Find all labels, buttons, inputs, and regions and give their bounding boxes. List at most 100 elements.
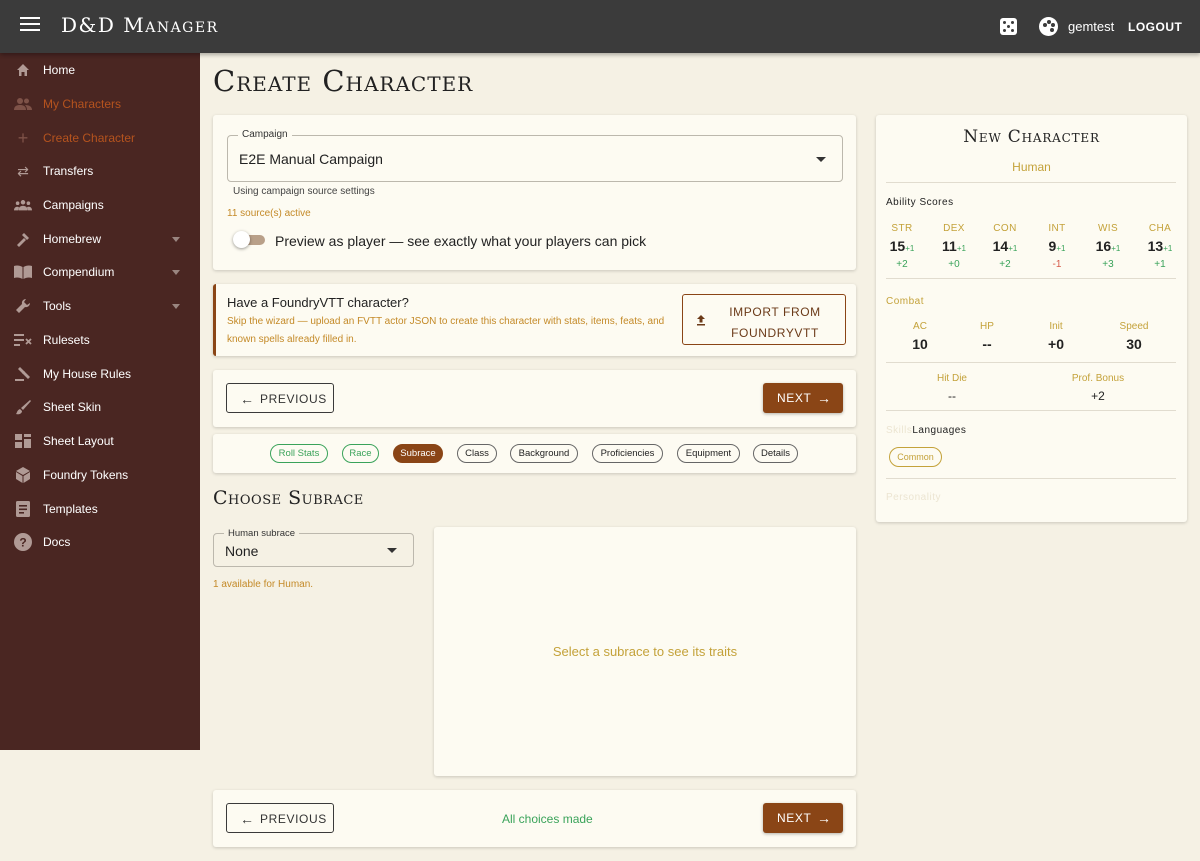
arrow-left-icon: ← xyxy=(240,391,254,407)
step-chip-details[interactable]: Details xyxy=(753,444,798,463)
campaign-helper-text: Using campaign source settings xyxy=(233,186,375,197)
dropdown-arrow-icon xyxy=(387,548,397,553)
wrench-icon xyxy=(14,297,32,315)
sidebar-item-docs[interactable]: ? Docs xyxy=(0,525,200,559)
personality-label: Personality xyxy=(886,492,941,503)
all-choices-status: All choices made xyxy=(502,812,593,826)
stat-speed: Speed 30 xyxy=(1119,321,1149,352)
sidebar-item-homebrew[interactable]: Homebrew xyxy=(0,222,200,256)
book-icon xyxy=(14,263,32,281)
step-chip-race[interactable]: Race xyxy=(342,444,379,463)
sidebar-item-campaigns[interactable]: Campaigns xyxy=(0,188,200,222)
preview-as-player-toggle[interactable] xyxy=(233,231,265,248)
flask-icon xyxy=(14,230,32,248)
subrace-select-value: None xyxy=(225,543,259,559)
brush-icon xyxy=(14,398,32,416)
arrow-right-icon: → xyxy=(817,810,831,826)
step-chip-subrace[interactable]: Subrace xyxy=(393,444,443,463)
divider xyxy=(886,478,1176,479)
subrace-select-label: Human subrace xyxy=(224,528,300,539)
group-icon xyxy=(14,196,32,214)
upload-icon xyxy=(697,315,705,326)
menu-icon[interactable] xyxy=(20,17,40,35)
sidebar-item-tools[interactable]: Tools xyxy=(0,289,200,323)
app-title[interactable]: D&D Manager xyxy=(61,13,219,37)
character-preview-card: New Character Human Ability Scores STR 1… xyxy=(876,115,1187,522)
subrace-traits-panel: Select a subrace to see its traits xyxy=(434,527,856,776)
palette-icon[interactable] xyxy=(1039,17,1058,36)
dice-icon[interactable] xyxy=(1000,18,1017,35)
step-chip-proficiencies[interactable]: Proficiencies xyxy=(592,444,663,463)
arrow-left-icon: ← xyxy=(240,811,254,827)
page-title: Create Character xyxy=(213,64,474,98)
section-title: Choose Subrace xyxy=(213,487,364,509)
previous-button[interactable]: ← PREVIOUS xyxy=(226,383,334,413)
chevron-down-icon xyxy=(172,236,180,242)
swap-icon: ⇄ xyxy=(17,162,29,179)
import-foundry-button[interactable]: IMPORT FROM FOUNDRYVTT xyxy=(682,294,846,345)
sidebar-item-foundry-tokens[interactable]: Foundry Tokens xyxy=(0,458,200,492)
sources-active-text: 11 source(s) active xyxy=(227,208,311,219)
sidebar-item-my-characters[interactable]: My Characters xyxy=(0,87,200,121)
ability-int: INT 9+1 -1 xyxy=(1048,223,1066,270)
home-icon xyxy=(14,61,32,79)
stat-ac: AC 10 xyxy=(912,321,928,352)
sidebar-item-compendium[interactable]: Compendium xyxy=(0,255,200,289)
logout-button[interactable]: LOGOUT xyxy=(1128,20,1182,34)
step-chip-class[interactable]: Class xyxy=(457,444,497,463)
sidebar-item-create-character[interactable]: + Create Character xyxy=(0,121,200,155)
divider xyxy=(886,362,1176,363)
username: gemtest xyxy=(1068,19,1115,34)
ability-dex: DEX 11+1 +0 xyxy=(942,223,966,270)
sidebar-item-sheet-layout[interactable]: Sheet Layout xyxy=(0,424,200,458)
step-chip-background[interactable]: Background xyxy=(510,444,578,463)
divider xyxy=(886,182,1176,183)
character-title: New Character xyxy=(963,127,1100,147)
top-app-bar: D&D Manager gemtest LOGOUT xyxy=(0,0,1200,53)
ability-cha: CHA 13+1 +1 xyxy=(1147,223,1173,270)
sidebar-item-my-house-rules[interactable]: My House Rules xyxy=(0,357,200,391)
sidebar-item-sheet-skin[interactable]: Sheet Skin xyxy=(0,390,200,424)
next-button[interactable]: NEXT → xyxy=(763,383,843,413)
stat-hit-die: Hit Die -- xyxy=(936,373,967,403)
sidebar-item-rulesets[interactable]: Rulesets xyxy=(0,323,200,357)
chevron-down-icon xyxy=(172,303,180,309)
gavel-icon xyxy=(14,365,32,383)
campaign-card: Campaign E2E Manual Campaign Using campa… xyxy=(213,115,856,270)
step-chip-equipment[interactable]: Equipment xyxy=(677,444,740,463)
character-race: Human xyxy=(1012,160,1051,174)
campaign-select[interactable]: Campaign E2E Manual Campaign xyxy=(227,129,843,182)
foundry-import-card: Have a FoundryVTT character? Skip the wi… xyxy=(213,284,856,356)
campaign-select-value: E2E Manual Campaign xyxy=(239,151,383,167)
next-button[interactable]: NEXT → xyxy=(763,803,843,833)
arrow-right-icon: → xyxy=(817,390,831,406)
sidebar-item-home[interactable]: Home xyxy=(0,53,200,87)
preview-as-player-label: Preview as player — see exactly what you… xyxy=(275,233,647,249)
sidebar-item-transfers[interactable]: ⇄ Transfers xyxy=(0,154,200,188)
wizard-nav-bottom: ← PREVIOUS All choices made NEXT → xyxy=(213,790,856,847)
chevron-down-icon xyxy=(172,269,180,275)
wizard-steps: Roll Stats Race Subrace Class Background… xyxy=(213,434,856,473)
foundry-title: Have a FoundryVTT character? xyxy=(227,295,409,310)
sidebar-item-templates[interactable]: Templates xyxy=(0,492,200,526)
previous-button[interactable]: ← PREVIOUS xyxy=(226,803,334,833)
divider xyxy=(886,410,1176,411)
rules-icon xyxy=(14,331,32,349)
divider xyxy=(886,278,1176,279)
ability-wis: WIS 16+1 +3 xyxy=(1095,223,1121,270)
skills-languages-label: SkillsLanguages xyxy=(886,425,967,436)
campaign-select-label: Campaign xyxy=(238,129,292,140)
language-chip-common: Common xyxy=(889,447,942,467)
foundry-description: Skip the wizard — upload an FVTT actor J… xyxy=(227,316,665,345)
dropdown-arrow-icon xyxy=(816,157,826,162)
combat-label: Combat xyxy=(886,296,925,307)
step-chip-roll-stats[interactable]: Roll Stats xyxy=(270,444,328,463)
layout-icon xyxy=(14,432,32,450)
plus-icon: + xyxy=(17,127,29,148)
stat-hp: HP -- xyxy=(980,321,994,352)
sidebar: Home My Characters + Create Character ⇄ … xyxy=(0,53,200,750)
subrace-select[interactable]: Human subrace None xyxy=(213,528,414,567)
import-foundry-label: IMPORT FROM FOUNDRYVTT xyxy=(729,305,821,340)
ability-scores-label: Ability Scores xyxy=(886,197,954,208)
people-icon xyxy=(14,95,32,113)
